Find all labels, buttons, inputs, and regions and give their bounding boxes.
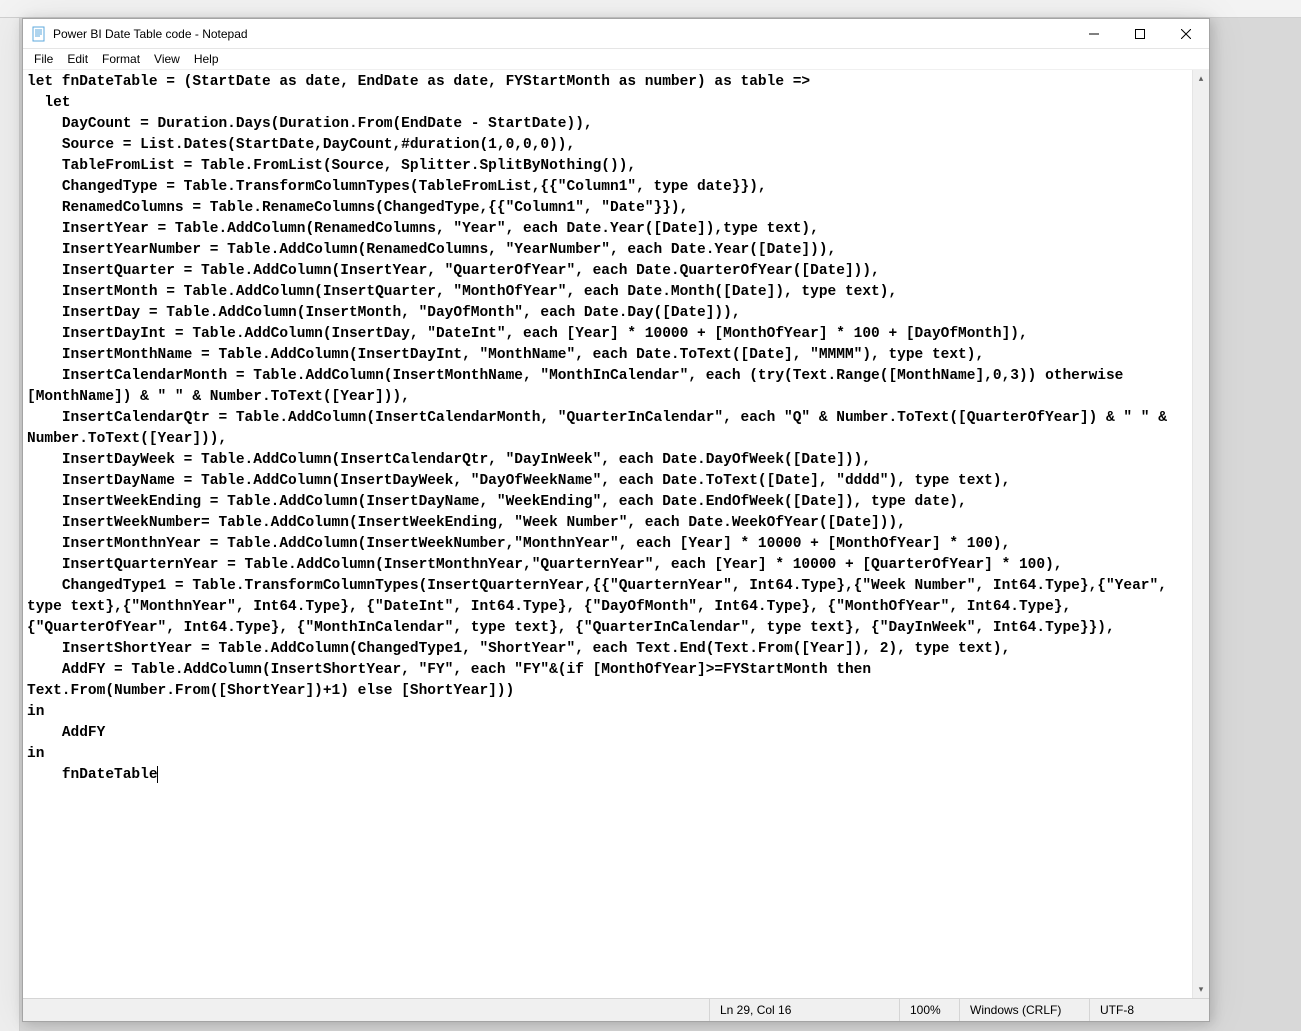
scroll-up-icon[interactable]: ▴ bbox=[1193, 70, 1209, 87]
status-encoding: UTF-8 bbox=[1089, 999, 1209, 1021]
window-title: Power BI Date Table code - Notepad bbox=[53, 27, 1071, 41]
scroll-down-icon[interactable]: ▾ bbox=[1193, 981, 1209, 998]
text-editor[interactable]: let fnDateTable = (StartDate as date, En… bbox=[23, 70, 1191, 998]
notepad-window: Power BI Date Table code - Notepad File … bbox=[22, 18, 1210, 1022]
menu-file[interactable]: File bbox=[27, 50, 60, 68]
maximize-button[interactable] bbox=[1117, 19, 1163, 48]
close-button[interactable] bbox=[1163, 19, 1209, 48]
minimize-button[interactable] bbox=[1071, 19, 1117, 48]
text-cursor bbox=[157, 766, 158, 783]
window-controls bbox=[1071, 19, 1209, 48]
menu-help[interactable]: Help bbox=[187, 50, 226, 68]
status-cursor-position: Ln 29, Col 16 bbox=[709, 999, 899, 1021]
menu-format[interactable]: Format bbox=[95, 50, 147, 68]
status-zoom: 100% bbox=[899, 999, 959, 1021]
menubar: File Edit Format View Help bbox=[23, 49, 1209, 70]
statusbar: Ln 29, Col 16 100% Windows (CRLF) UTF-8 bbox=[23, 998, 1209, 1021]
notepad-icon bbox=[31, 26, 47, 42]
editor-content: let fnDateTable = (StartDate as date, En… bbox=[27, 74, 1176, 783]
titlebar[interactable]: Power BI Date Table code - Notepad bbox=[23, 19, 1209, 49]
menu-edit[interactable]: Edit bbox=[60, 50, 95, 68]
status-line-ending: Windows (CRLF) bbox=[959, 999, 1089, 1021]
background-ribbon bbox=[0, 0, 1301, 18]
editor-area: let fnDateTable = (StartDate as date, En… bbox=[23, 70, 1209, 998]
vertical-scrollbar[interactable]: ▴ ▾ bbox=[1192, 70, 1209, 998]
menu-view[interactable]: View bbox=[147, 50, 187, 68]
background-left-rail bbox=[0, 18, 20, 1031]
